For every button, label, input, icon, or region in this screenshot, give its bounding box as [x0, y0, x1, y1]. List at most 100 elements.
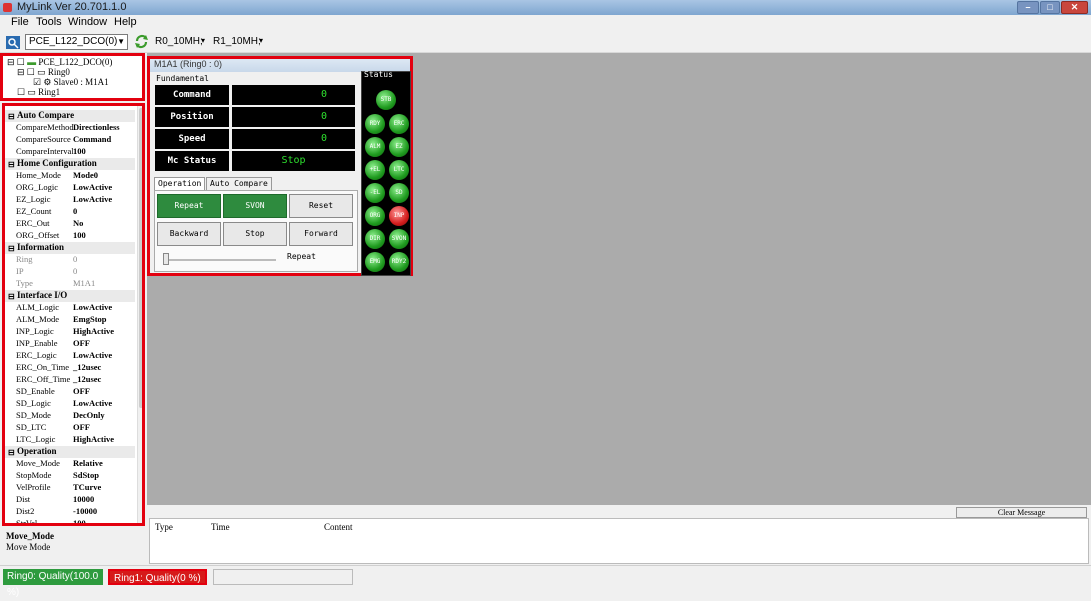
menu-window[interactable]: Window	[68, 16, 107, 28]
property-row[interactable]: StopMode SdStop	[5, 470, 135, 482]
property-row[interactable]: INP_Enable OFF	[5, 338, 135, 350]
property-row[interactable]: EZ_Logic LowActive	[5, 194, 135, 206]
collapse-icon[interactable]: ⊟	[8, 292, 15, 301]
close-button[interactable]: ✕	[1061, 1, 1088, 14]
property-row[interactable]: Ring 0	[5, 254, 135, 266]
property-row[interactable]: ORG_Logic LowActive	[5, 182, 135, 194]
property-value[interactable]: 0	[73, 266, 77, 276]
property-value[interactable]: OFF	[73, 338, 90, 348]
property-value[interactable]: M1A1	[73, 278, 95, 288]
property-value[interactable]: Relative	[73, 458, 103, 468]
backward-button[interactable]: Backward	[157, 222, 221, 246]
property-row[interactable]: SD_Logic LowActive	[5, 398, 135, 410]
property-row[interactable]: Dist 10000	[5, 494, 135, 506]
clear-message-button[interactable]: Clear Message	[956, 507, 1087, 518]
refresh-icon[interactable]	[134, 34, 149, 49]
collapse-icon[interactable]: ⊟	[8, 244, 15, 253]
property-category[interactable]: ⊟ Information	[5, 242, 135, 254]
device-select[interactable]: PCE_L122_DCO(0) ▼	[25, 34, 128, 50]
property-value[interactable]: Mode0	[73, 170, 98, 180]
property-value[interactable]: HighActive	[73, 326, 114, 336]
collapse-icon[interactable]: ⊟	[8, 448, 15, 457]
motion-label-mc-status: Mc Status	[155, 151, 229, 171]
tab-operation[interactable]: Operation	[154, 177, 206, 191]
property-value[interactable]: 0	[73, 206, 77, 216]
maximize-button[interactable]: □	[1040, 1, 1060, 14]
ring1-speed[interactable]: R1_10MH;	[213, 36, 261, 47]
property-row[interactable]: CompareInterval 100	[5, 146, 135, 158]
property-value[interactable]: -10000	[73, 506, 97, 516]
property-value[interactable]: SdStop	[73, 470, 99, 480]
tab-auto-compare[interactable]: Auto Compare	[206, 177, 272, 191]
property-row[interactable]: SD_Mode DecOnly	[5, 410, 135, 422]
property-value[interactable]: _12usec	[73, 374, 101, 384]
repeat-slider-track[interactable]	[164, 259, 276, 261]
property-value[interactable]: Directionless	[73, 122, 120, 132]
property-value[interactable]: LowActive	[73, 302, 112, 312]
property-row[interactable]: ALM_Logic LowActive	[5, 302, 135, 314]
property-row[interactable]: ERC_Out No	[5, 218, 135, 230]
property-value[interactable]: 10000	[73, 494, 94, 504]
property-value[interactable]: LowActive	[73, 182, 112, 192]
property-row[interactable]: VelProfile TCurve	[5, 482, 135, 494]
repeat-slider-thumb[interactable]	[163, 253, 169, 265]
scroll-thumb[interactable]	[139, 108, 142, 408]
property-row[interactable]: SD_LTC OFF	[5, 422, 135, 434]
property-value[interactable]: Command	[73, 134, 111, 144]
property-row[interactable]: ORG_Offset 100	[5, 230, 135, 242]
property-row[interactable]: Type M1A1	[5, 278, 135, 290]
collapse-icon[interactable]: ⊟	[8, 112, 15, 121]
property-row[interactable]: IP 0	[5, 266, 135, 278]
property-value[interactable]: LowActive	[73, 350, 112, 360]
property-row[interactable]: INP_Logic HighActive	[5, 326, 135, 338]
property-value[interactable]: 100	[73, 230, 86, 240]
property-value[interactable]: HighActive	[73, 434, 114, 444]
forward-button[interactable]: Forward	[289, 222, 353, 246]
menu-tools[interactable]: Tools	[36, 16, 62, 28]
stop-button[interactable]: Stop	[223, 222, 287, 246]
chevron-down-icon[interactable]: ▾	[259, 36, 263, 45]
svon-button[interactable]: SVON	[223, 194, 287, 218]
property-row[interactable]: LTC_Logic HighActive	[5, 434, 135, 446]
property-value[interactable]: 100	[73, 146, 86, 156]
property-row[interactable]: Dist2 -10000	[5, 506, 135, 518]
menu-help[interactable]: Help	[114, 16, 137, 28]
property-row[interactable]: SD_Enable OFF	[5, 386, 135, 398]
property-row[interactable]: ERC_Logic LowActive	[5, 350, 135, 362]
property-key: SD_Mode	[16, 410, 51, 420]
property-row[interactable]: CompareSource Command	[5, 134, 135, 146]
property-category[interactable]: ⊟ Operation	[5, 446, 135, 458]
property-value[interactable]: EmgStop	[73, 314, 107, 324]
repeat-button[interactable]: Repeat	[157, 194, 221, 218]
property-value[interactable]: OFF	[73, 386, 90, 396]
property-row[interactable]: Move_Mode Relative	[5, 458, 135, 470]
minimize-button[interactable]: –	[1017, 1, 1039, 14]
property-row[interactable]: ERC_On_Time _12usec	[5, 362, 135, 374]
property-row[interactable]: ERC_Off_Time _12usec	[5, 374, 135, 386]
property-value[interactable]: TCurve	[73, 482, 101, 492]
property-value[interactable]: LowActive	[73, 398, 112, 408]
property-value[interactable]: DecOnly	[73, 410, 105, 420]
search-icon[interactable]	[6, 36, 20, 49]
property-value[interactable]: No	[73, 218, 83, 228]
property-scrollbar[interactable]	[137, 106, 142, 523]
property-value[interactable]: OFF	[73, 422, 90, 432]
menu-file[interactable]: File	[11, 16, 29, 28]
property-row[interactable]: StrVel 100	[5, 518, 135, 523]
ring0-speed[interactable]: R0_10MH;	[155, 36, 203, 47]
collapse-icon[interactable]: ⊟	[8, 160, 15, 169]
property-row[interactable]: ALM_Mode EmgStop	[5, 314, 135, 326]
property-category[interactable]: ⊟ Interface I/O	[5, 290, 135, 302]
property-value[interactable]: 0	[73, 254, 77, 264]
property-value[interactable]: 100	[73, 518, 86, 523]
property-value[interactable]: _12usec	[73, 362, 101, 372]
reset-button[interactable]: Reset	[289, 194, 353, 218]
property-row[interactable]: EZ_Count 0	[5, 206, 135, 218]
chevron-down-icon[interactable]: ▾	[201, 36, 205, 45]
property-value[interactable]: LowActive	[73, 194, 112, 204]
tree-node-ring1[interactable]: ☐ ▭ Ring1	[17, 87, 60, 98]
property-row[interactable]: CompareMethod Directionless	[5, 122, 135, 134]
property-category[interactable]: ⊟ Home Configuration	[5, 158, 135, 170]
property-category[interactable]: ⊟ Auto Compare	[5, 110, 135, 122]
property-row[interactable]: Home_Mode Mode0	[5, 170, 135, 182]
